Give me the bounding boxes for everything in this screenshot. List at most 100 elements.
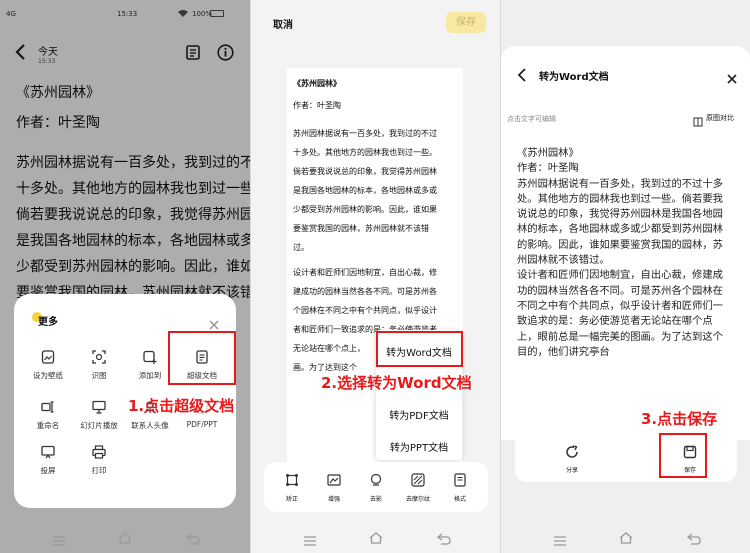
format-icon — [454, 473, 466, 487]
doc-line: 过。 — [293, 243, 309, 252]
remove-shadow-icon — [370, 473, 382, 486]
word-line: 不同之中有个共同点，似乎设计者和匠师们一 — [517, 299, 723, 312]
back-nav-icon[interactable] — [686, 530, 701, 549]
sheet-item-wallpaper[interactable]: 设为壁纸 — [23, 350, 73, 381]
toolbar-label: 矫正 — [285, 496, 298, 503]
add-to-icon — [143, 350, 157, 364]
sheet-item-scan-image[interactable]: 识图 — [74, 350, 124, 381]
word-line: 说说总的印象，我觉得苏州园林是我国各地园 — [517, 208, 723, 221]
sheet-item-label: 打印 — [91, 466, 107, 475]
back-nav-icon[interactable] — [185, 530, 200, 549]
toolbar-remove-moire[interactable]: 去摩尔纹 — [398, 472, 438, 503]
cancel-button[interactable]: 取消 — [273, 16, 293, 31]
highlight-to-word — [376, 331, 463, 367]
scan-image-icon — [92, 350, 106, 364]
menu-item-to-ppt[interactable]: 转为PPT文档 — [376, 439, 462, 454]
toolbar-label: 格式 — [453, 496, 466, 503]
menu-icon[interactable] — [303, 531, 317, 550]
doc-line: 少都受到苏州园林的影响。因此，谁如果 — [293, 205, 437, 214]
word-line: 功的园林当然各各不同。可是苏州各个园林在 — [517, 284, 723, 297]
print-icon — [92, 445, 106, 459]
doc-line: 倘若要我说说总的印象，我觉得苏州园林 — [293, 167, 437, 176]
sheet-item-cast-screen[interactable]: 投屏 — [23, 445, 73, 476]
back-nav-icon[interactable] — [436, 530, 451, 549]
remove-moire-icon — [411, 473, 425, 487]
save-button[interactable]: 保存 — [446, 12, 486, 33]
sheet-title: 更多 — [38, 317, 58, 328]
close-icon[interactable] — [727, 69, 737, 88]
doc-line: 苏州园林据说有一百多处，我到过的不过 — [293, 129, 437, 138]
step-2-label: 2.选择转为Word文档 — [321, 374, 472, 392]
toolbar-format[interactable]: 格式 — [440, 472, 480, 503]
word-line: 林的标本，各地园林或多或少都受到苏州园林 — [517, 223, 723, 236]
word-line: 州园林就不该错过。 — [517, 254, 610, 267]
toolbar-label: 去摩尔纹 — [405, 496, 430, 503]
highlight-super-document — [168, 331, 236, 385]
toolbar-label: 去影 — [369, 496, 382, 503]
sheet-title: 转为Word文档 — [539, 72, 609, 83]
enhance-icon — [327, 474, 341, 486]
word-line: 《苏州园林》 — [517, 147, 579, 159]
sheet-item-label: 联系人头像 — [131, 421, 169, 430]
word-line: 目的，他们讲究亭台 — [517, 345, 610, 358]
home-icon[interactable] — [619, 529, 633, 548]
menu-item-to-pdf[interactable]: 转为PDF文档 — [376, 407, 462, 422]
step-3-label: 3.点击保存 — [641, 410, 718, 428]
compare-button[interactable]: 原图对比 — [706, 113, 734, 123]
word-line: 致追求的是：务必使游览者无论站在哪个点 — [517, 315, 713, 328]
menu-icon[interactable] — [52, 531, 66, 550]
doc-title: 《苏州园林》 — [293, 78, 341, 88]
sheet-item-label: 识图 — [91, 371, 107, 380]
sheet-item-print[interactable]: 打印 — [74, 445, 124, 476]
highlight-save — [659, 433, 707, 478]
word-line: 上，眼前总是一幅完美的图画。为了达到这个 — [517, 330, 723, 343]
sheet-item-rename[interactable]: 重命名 — [23, 400, 73, 431]
step-1-label: 1.点击超级文档 — [128, 397, 235, 415]
toolbar-correct[interactable]: 矫正 — [272, 472, 312, 503]
system-nav-bar — [251, 523, 500, 553]
share-button[interactable]: 分享 — [557, 444, 587, 474]
doc-line: 个园林在不同之中有个共同点，似乎设计 — [293, 306, 437, 315]
doc-line: 十多处。其他地方的园林我也到过一些。 — [293, 148, 437, 157]
share-icon — [566, 445, 578, 458]
doc-line: 设计者和匠师们因地制宜，自出心裁，修 — [293, 268, 437, 277]
word-line: 作者：叶圣陶 — [517, 162, 579, 175]
slideshow-icon — [92, 400, 106, 414]
back-icon[interactable] — [517, 67, 527, 86]
cast-screen-icon — [41, 445, 55, 459]
panel-gallery-viewer: 4G 15:33 100% 今天 15:33 《苏州园林》 作者：叶圣陶 苏州园… — [0, 0, 250, 553]
word-line: 处。其他地方的园林我也到过一些。倘若要我 — [517, 192, 723, 205]
panel-scan-editor: 取消 保存 《苏州园林》 作者：叶圣陶 苏州园林据说有一百多处，我到过的不过 十… — [251, 0, 500, 553]
sheet-item-label: 设为壁纸 — [33, 371, 63, 380]
home-icon[interactable] — [369, 529, 383, 548]
word-line: 苏州园林据说有一百多处，我到过的不过十多 — [517, 177, 723, 190]
edit-hint: 点击文字可编辑 — [507, 115, 556, 123]
toolbar-remove-shadow[interactable]: 去影 — [356, 472, 396, 503]
sheet-item-label: 重命名 — [36, 421, 60, 430]
sheet-item-label: 投屏 — [40, 466, 56, 475]
sheet-item-label: PDF/PPT — [186, 420, 218, 429]
panel-word-result: 转为Word文档 点击文字可编辑 原图对比 《苏州园林》 作者：叶圣陶 苏州园林… — [501, 0, 750, 553]
wallpaper-icon — [41, 350, 55, 364]
system-nav-bar — [501, 523, 750, 553]
menu-icon[interactable] — [553, 531, 567, 550]
doc-author: 作者：叶圣陶 — [293, 101, 341, 110]
edit-toolbar: 矫正 增强 去影 去摩尔纹 格式 — [264, 462, 488, 512]
toolbar-label: 增强 — [327, 496, 340, 503]
sheet-item-slideshow[interactable]: 幻灯片播放 — [74, 400, 124, 431]
compare-icon[interactable] — [693, 112, 703, 131]
home-icon[interactable] — [118, 529, 132, 548]
share-label: 分享 — [565, 467, 578, 474]
doc-line: 建成功的园林当然各各不同。可是苏州各 — [293, 287, 437, 296]
word-line: 设计者和匠师们因地制宜，自出心裁，修建成 — [517, 269, 723, 282]
toolbar-enhance[interactable]: 增强 — [314, 472, 354, 503]
correct-icon — [286, 474, 298, 486]
rename-icon — [41, 401, 54, 413]
doc-line: 是我国各地园林的标本，各地园林或多或 — [293, 186, 437, 195]
word-text-content[interactable]: 《苏州园林》 作者：叶圣陶 苏州园林据说有一百多处，我到过的不过十多 处。其他地… — [517, 146, 741, 360]
doc-line: 要鉴赏我国的园林，苏州园林就不该错 — [293, 224, 429, 233]
doc-line: 无论站在哪个点上， — [293, 344, 365, 353]
system-nav-bar — [0, 523, 250, 553]
word-line: 的影响。因此，谁如果要鉴赏我国的园林，苏 — [517, 238, 723, 251]
sheet-item-label: 幻灯片播放 — [80, 421, 118, 430]
